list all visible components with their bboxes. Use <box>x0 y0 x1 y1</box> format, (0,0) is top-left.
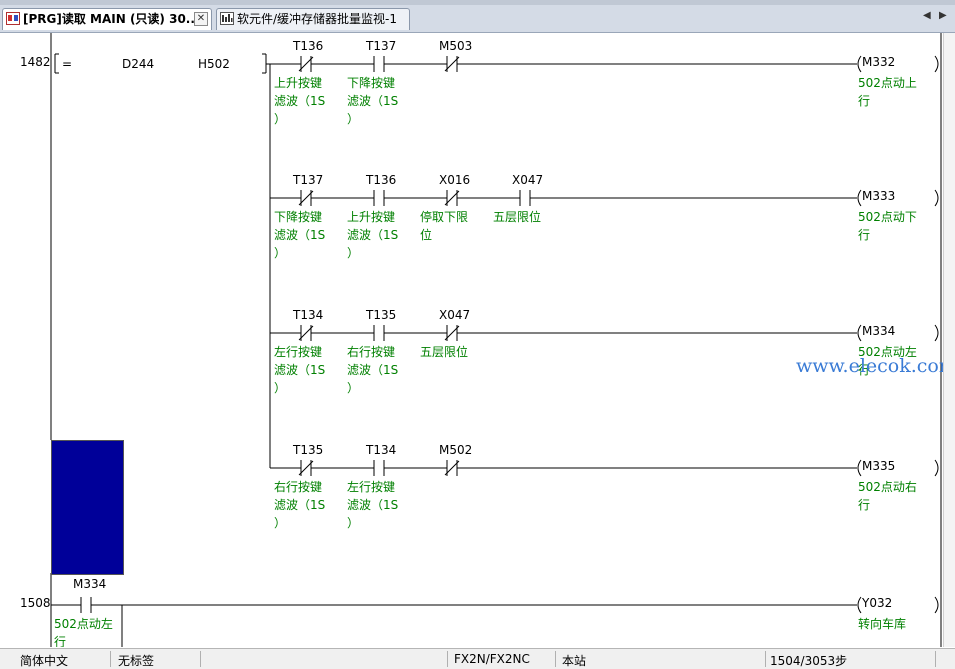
contact-device-label: T135 <box>293 443 324 457</box>
coil-right-arc <box>934 55 939 73</box>
contact-device-label: X047 <box>439 308 471 322</box>
close-icon[interactable]: ✕ <box>194 12 208 26</box>
coil-device-label: M333 <box>862 189 896 203</box>
tab-bar: [PRG]读取 MAIN (只读) 30... ✕ 软元件/缓冲存储器批量监视-… <box>0 0 955 33</box>
coil-left-arc <box>857 596 862 614</box>
tab-scroll-left-icon[interactable]: ◀ <box>923 10 931 21</box>
contact-comment: 右行按键 滤波（1S ） <box>347 345 399 395</box>
contact-device-label: X016 <box>439 173 471 187</box>
contact-comment: 左行按键 滤波（1S ） <box>347 480 399 530</box>
contact-device-label: M334 <box>73 577 107 591</box>
tab-bar-top <box>0 0 955 5</box>
status-language: 简体中文 <box>20 654 69 668</box>
contact-device-label: X047 <box>512 173 544 187</box>
tab-scroll-right-icon[interactable]: ▶ <box>939 10 947 21</box>
contact-device-label: T137 <box>366 39 397 53</box>
status-separator <box>935 651 936 667</box>
compare-operator: = <box>62 57 73 71</box>
contact-comment: 上升按键 滤波（1S ） <box>274 76 326 126</box>
tab-device-batch-monitor-label: 软元件/缓冲存储器批量监视-1 <box>237 12 398 26</box>
step-number-1508: 1508 <box>20 596 51 610</box>
contact-comment: 上升按键 滤波（1S ） <box>347 210 399 260</box>
coil-right-arc <box>934 596 939 614</box>
contact-device-label: T137 <box>293 173 324 187</box>
ladder-wires <box>50 33 942 647</box>
coil-right-arc <box>934 189 939 207</box>
contact-device-label: T135 <box>366 308 397 322</box>
coil-right-arc <box>934 459 939 477</box>
coil-device-label: M334 <box>862 324 896 338</box>
contact-comment: 停取下限 位 <box>420 210 469 242</box>
contact-comment: 五层限位 <box>420 345 469 359</box>
tab-program-main-label: [PRG]读取 MAIN (只读) 30... <box>23 12 200 26</box>
coil-device-label: Y032 <box>862 596 893 610</box>
coil-comment: 502点动上 行 <box>858 76 917 108</box>
contact-comment: 右行按键 滤波（1S ） <box>274 480 326 530</box>
cursor-block <box>51 440 124 575</box>
watermark: www.elecok.com <box>796 355 955 377</box>
contact-comment: 下降按键 滤波（1S ） <box>274 210 326 260</box>
step-number-1482: 1482 <box>20 55 51 69</box>
coil-right-arc <box>934 324 939 342</box>
vertical-scrollbar[interactable] <box>943 33 955 647</box>
coil-left-arc <box>857 55 862 73</box>
contact-comment: 五层限位 <box>493 210 542 224</box>
compare-operand-2: H502 <box>198 57 230 71</box>
ladder-program-icon <box>6 12 20 25</box>
contact-device-label: T134 <box>366 443 397 457</box>
coil-left-arc <box>857 189 862 207</box>
contact-comment: 下降按键 滤波（1S ） <box>347 76 399 126</box>
coil-device-label: M332 <box>862 55 896 69</box>
tab-device-batch-monitor[interactable]: 软元件/缓冲存储器批量监视-1 <box>216 8 410 30</box>
coil-left-arc <box>857 324 862 342</box>
status-step-count: 1504/3053步 <box>770 654 848 668</box>
device-monitor-icon <box>220 12 234 25</box>
status-separator <box>447 651 448 667</box>
contact-device-label: T136 <box>293 39 324 53</box>
contact-comment: 左行按键 滤波（1S ） <box>274 345 326 395</box>
ladder-editor[interactable]: 1482 1508 = D244 H502 T136 上升按键 滤波（1S ） T1… <box>0 33 955 647</box>
status-separator <box>200 651 201 667</box>
coil-comment: 502点动下 行 <box>858 210 917 242</box>
contact-device-label: T136 <box>366 173 397 187</box>
contact-device-label: M502 <box>439 443 473 457</box>
status-bar: 简体中文 无标签 FX2N/FX2NC 本站 1504/3053步 <box>0 648 955 669</box>
contact-device-label: T134 <box>293 308 324 322</box>
coil-comment: 转向车库 <box>858 617 907 631</box>
contact-comment: 502点动左 行 <box>54 617 113 647</box>
coil-left-arc <box>857 459 862 477</box>
status-plc-type: FX2N/FX2NC <box>454 652 530 666</box>
status-separator <box>110 651 111 667</box>
coil-device-label: M335 <box>862 459 896 473</box>
contact-device-label: M503 <box>439 39 473 53</box>
tab-program-main[interactable]: [PRG]读取 MAIN (只读) 30... ✕ <box>2 8 212 30</box>
coil-comment: 502点动右 行 <box>858 480 917 512</box>
status-separator <box>555 651 556 667</box>
status-separator <box>765 651 766 667</box>
status-station: 本站 <box>562 654 587 668</box>
status-label-mode: 无标签 <box>118 654 155 668</box>
compare-operand-1: D244 <box>122 57 155 71</box>
